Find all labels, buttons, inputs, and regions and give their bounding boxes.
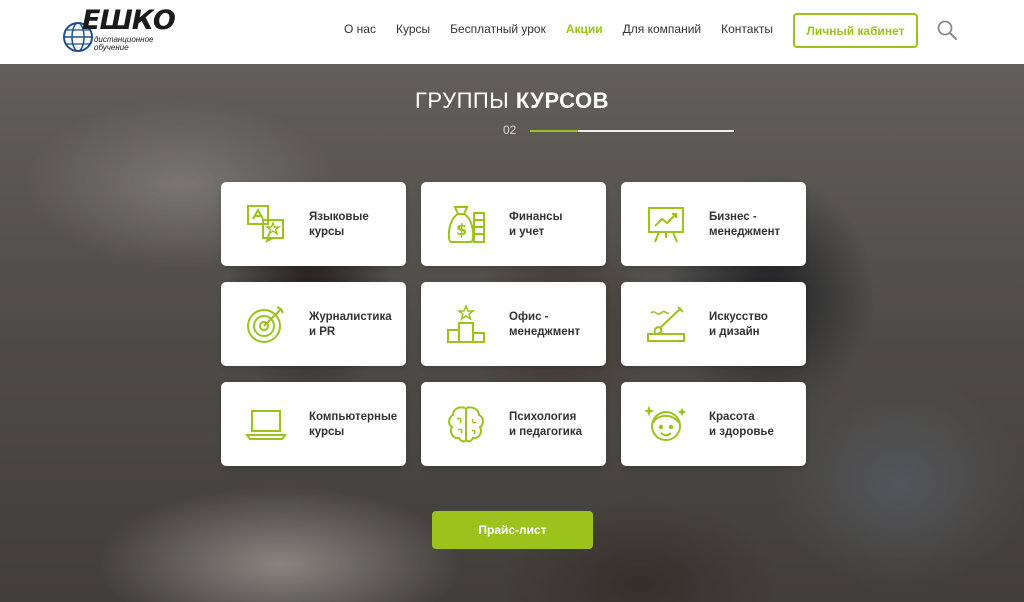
card-label: Компьютерные курсы [309, 410, 401, 440]
card-label-line2: курсы [309, 226, 345, 238]
svg-text:$: $ [456, 220, 467, 239]
section-number: 02 [503, 123, 517, 137]
card-label-line1: Бизнес - [709, 211, 757, 223]
laptop-icon [245, 410, 287, 440]
brain-icon [448, 406, 484, 443]
card-office-management[interactable]: Офис - менеджмент [421, 282, 606, 366]
card-art-design[interactable]: Искусство и дизайн [621, 282, 806, 366]
hero-section: ГРУППЫ КУРСОВ 02 Языковые курсы $ Финанс… [0, 64, 1024, 602]
card-label: Психология и педагогика [509, 410, 601, 440]
section-title-light: ГРУППЫ [415, 88, 510, 113]
main-nav: О нас Курсы Бесплатный урок Акции Для ко… [344, 22, 793, 36]
card-label: Офис - менеджмент [509, 310, 601, 340]
card-label-line1: Журналистика [309, 311, 392, 323]
card-label-line1: Языковые [309, 211, 369, 223]
card-label-line1: Офис - [509, 311, 549, 323]
nav-item-free-lesson[interactable]: Бесплатный урок [450, 22, 546, 36]
card-label-line2: и PR [309, 326, 336, 338]
logo-title: ЕШКО [82, 5, 176, 36]
section-title: ГРУППЫ КУРСОВ [0, 88, 1024, 114]
logo-subtitle: дистанционное обучение [94, 36, 153, 52]
card-psychology-pedagogy[interactable]: Психология и педагогика [421, 382, 606, 466]
card-label: Красота и здоровье [709, 410, 801, 440]
card-label: Финансы и учет [509, 210, 601, 240]
nav-item-about[interactable]: О нас [344, 22, 376, 36]
paint-brush-icon [647, 306, 685, 342]
card-beauty-health[interactable]: Красота и здоровье [621, 382, 806, 466]
card-label-line2: и дизайн [709, 326, 760, 338]
card-finance[interactable]: $ Финансы и учет [421, 182, 606, 266]
target-icon [247, 306, 284, 343]
card-label-line2: и учет [509, 226, 545, 238]
search-icon[interactable] [936, 19, 958, 41]
site-header: ЕШКО дистанционное обучение О нас Курсы … [0, 0, 1024, 64]
card-label: Языковые курсы [309, 210, 401, 240]
logo[interactable]: ЕШКО дистанционное обучение [62, 5, 176, 55]
presentation-chart-icon [648, 207, 684, 243]
card-label-line1: Красота [709, 411, 755, 423]
section-divider-accent [530, 130, 578, 132]
card-label-line1: Искусство [709, 311, 768, 323]
card-label-line1: Психология [509, 411, 577, 423]
card-business-management[interactable]: Бизнес - менеджмент [621, 182, 806, 266]
card-label: Бизнес - менеджмент [709, 210, 801, 240]
card-label-line2: менеджмент [509, 326, 581, 338]
card-label-line2: курсы [309, 426, 345, 438]
card-label-line2: и педагогика [509, 426, 582, 438]
face-icon [645, 405, 687, 441]
card-label: Искусство и дизайн [709, 310, 801, 340]
card-computer-courses[interactable]: Компьютерные курсы [221, 382, 406, 466]
translate-icon [247, 205, 284, 243]
card-label: Журналистика и PR [309, 310, 401, 340]
card-language-courses[interactable]: Языковые курсы [221, 182, 406, 266]
personal-cabinet-button[interactable]: Личный кабинет [793, 13, 918, 48]
money-bag-icon: $ [447, 206, 485, 243]
card-label-line2: и здоровье [709, 426, 774, 438]
card-label-line1: Компьютерные [309, 411, 398, 423]
card-journalism-pr[interactable]: Журналистика и PR [221, 282, 406, 366]
nav-item-promotions[interactable]: Акции [566, 22, 603, 36]
logo-subtitle-line2: обучение [94, 43, 129, 52]
card-label-line2: менеджмент [709, 226, 781, 238]
section-title-bold: КУРСОВ [515, 88, 609, 113]
card-label-line1: Финансы [509, 211, 563, 223]
price-list-button[interactable]: Прайс-лист [432, 511, 593, 549]
nav-item-companies[interactable]: Для компаний [623, 22, 701, 36]
nav-item-courses[interactable]: Курсы [396, 22, 430, 36]
nav-item-contacts[interactable]: Контакты [721, 22, 773, 36]
podium-icon [447, 303, 485, 343]
